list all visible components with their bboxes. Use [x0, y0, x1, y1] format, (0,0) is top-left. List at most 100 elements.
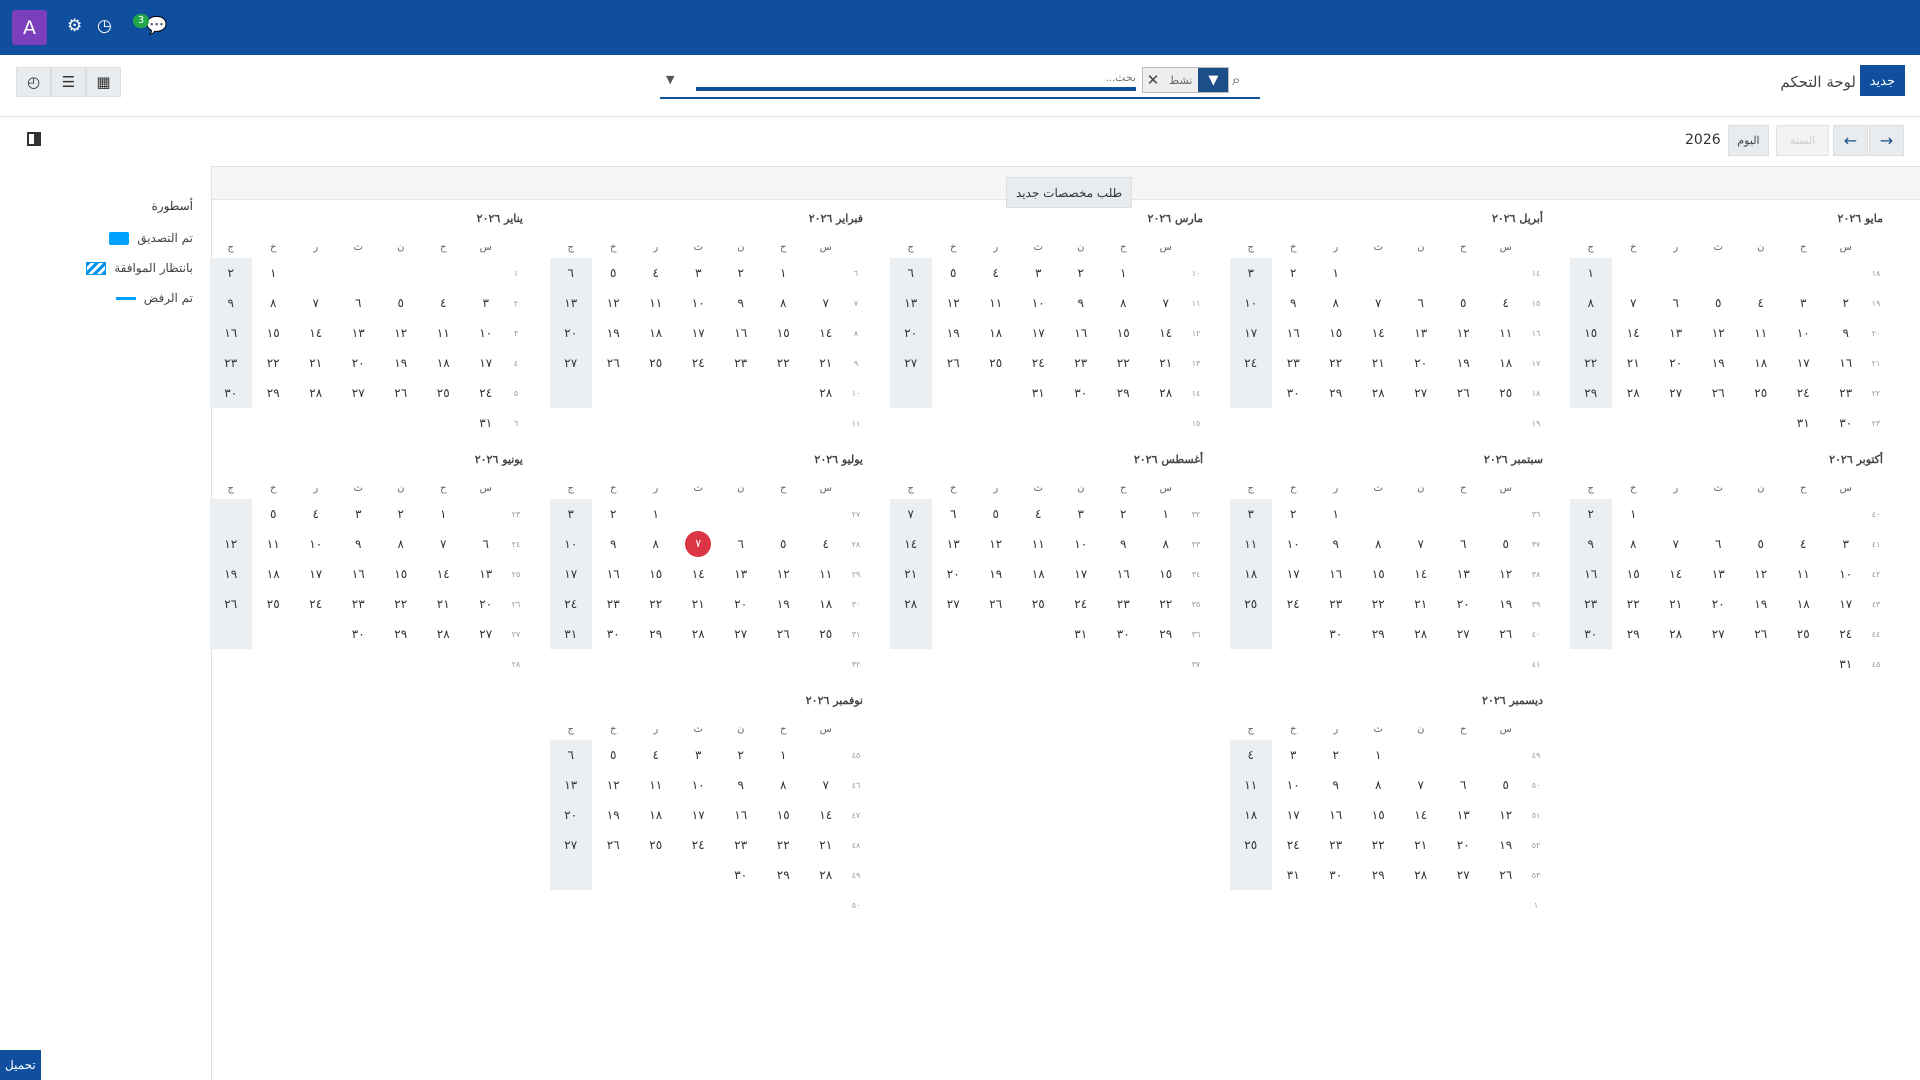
day-cell[interactable]: ٥: [592, 258, 635, 288]
day-cell[interactable]: ٢٤: [677, 348, 720, 378]
day-cell[interactable]: ٦: [549, 258, 592, 288]
day-cell[interactable]: ٢٨: [1400, 619, 1443, 649]
day-cell[interactable]: ٢١: [677, 589, 720, 619]
day-cell[interactable]: ١٥: [635, 559, 678, 589]
day-cell[interactable]: ١٢: [1740, 559, 1783, 589]
day-cell[interactable]: ١٥: [1612, 559, 1655, 589]
day-cell[interactable]: ٢٥: [252, 589, 295, 619]
day-cell[interactable]: ٢٩: [1102, 378, 1145, 408]
day-cell[interactable]: ١١: [1229, 770, 1272, 800]
day-cell[interactable]: ٢١: [1400, 589, 1443, 619]
day-cell[interactable]: ٢٧: [465, 619, 508, 649]
day-cell[interactable]: ١٦: [337, 559, 380, 589]
day-cell[interactable]: ١٣: [1697, 559, 1740, 589]
day-cell[interactable]: ٢٦: [1442, 378, 1485, 408]
day-cell[interactable]: ٢١: [805, 830, 848, 860]
day-cell[interactable]: ٣: [1229, 499, 1272, 529]
day-cell[interactable]: ٢: [720, 258, 763, 288]
day-cell[interactable]: ٢٠: [1400, 348, 1443, 378]
day-cell[interactable]: ٣١: [1825, 649, 1868, 679]
list-view-icon[interactable]: ☰: [51, 67, 86, 97]
day-cell[interactable]: ٢٨: [805, 378, 848, 408]
day-cell[interactable]: ١١: [635, 288, 678, 318]
day-cell[interactable]: ١٧: [677, 800, 720, 830]
day-cell[interactable]: ١٦: [720, 800, 763, 830]
day-cell[interactable]: ١٩: [762, 589, 805, 619]
day-cell[interactable]: ٣: [1060, 499, 1103, 529]
day-cell[interactable]: ٢٧: [889, 348, 932, 378]
day-cell[interactable]: ١٠: [1017, 288, 1060, 318]
day-cell[interactable]: ٣١: [465, 408, 508, 438]
day-cell[interactable]: ١١: [805, 559, 848, 589]
day-cell[interactable]: ١١: [1485, 318, 1528, 348]
day-cell[interactable]: ٢٩: [635, 619, 678, 649]
day-cell[interactable]: ١١: [975, 288, 1018, 318]
day-cell[interactable]: ٨: [635, 529, 678, 559]
day-cell[interactable]: ٣: [1825, 529, 1868, 559]
day-cell[interactable]: ١٨: [1740, 348, 1783, 378]
day-cell[interactable]: ١٢: [209, 529, 252, 559]
day-cell[interactable]: ١٣: [1442, 559, 1485, 589]
day-cell[interactable]: ١٠: [1782, 318, 1825, 348]
day-cell[interactable]: ٢٣: [592, 589, 635, 619]
day-cell[interactable]: ٢٩: [380, 619, 423, 649]
day-cell[interactable]: ٢٥: [422, 378, 465, 408]
day-cell[interactable]: ٢٩: [1612, 619, 1655, 649]
previous-arrow-icon[interactable]: →: [1869, 125, 1904, 156]
day-cell[interactable]: ٢: [1102, 499, 1145, 529]
day-cell[interactable]: ٢٣: [1060, 348, 1103, 378]
day-cell[interactable]: ٢٦: [1697, 378, 1740, 408]
day-cell[interactable]: ١٧: [295, 559, 338, 589]
day-cell[interactable]: ١: [1357, 740, 1400, 770]
day-cell[interactable]: ٢١: [422, 589, 465, 619]
day-cell[interactable]: ٢٧: [549, 348, 592, 378]
day-cell[interactable]: ٢٤: [677, 830, 720, 860]
day-cell[interactable]: ٢: [1272, 499, 1315, 529]
day-cell[interactable]: ٢٦: [380, 378, 423, 408]
day-cell[interactable]: ١٤: [1357, 318, 1400, 348]
day-cell[interactable]: ٢٠: [549, 318, 592, 348]
day-cell[interactable]: ٢٢: [1357, 830, 1400, 860]
day-cell[interactable]: ٢٢: [380, 589, 423, 619]
day-cell[interactable]: ١١: [1740, 318, 1783, 348]
day-cell[interactable]: ٩: [209, 288, 252, 318]
day-cell[interactable]: ٣: [337, 499, 380, 529]
day-cell[interactable]: ١٥: [762, 318, 805, 348]
day-cell[interactable]: ٩: [337, 529, 380, 559]
day-cell[interactable]: ٢١: [1655, 589, 1698, 619]
day-cell[interactable]: ٢٧: [1442, 860, 1485, 890]
day-cell[interactable]: ٢٧: [1697, 619, 1740, 649]
day-cell[interactable]: ١٤: [1145, 318, 1188, 348]
day-cell[interactable]: ١: [635, 499, 678, 529]
day-cell[interactable]: ٤: [1485, 288, 1528, 318]
day-cell[interactable]: ٨: [252, 288, 295, 318]
day-cell[interactable]: ٢٨: [1400, 860, 1443, 890]
day-cell[interactable]: ٢٣: [209, 348, 252, 378]
day-cell[interactable]: ٧: [1145, 288, 1188, 318]
day-cell[interactable]: ٢٩: [252, 378, 295, 408]
day-cell[interactable]: ٢٩: [1357, 860, 1400, 890]
day-cell[interactable]: ٢٥: [1740, 378, 1783, 408]
day-cell[interactable]: ٢٤: [465, 378, 508, 408]
day-cell[interactable]: ١٩: [1485, 830, 1528, 860]
day-cell[interactable]: ٢٠: [889, 318, 932, 348]
day-cell[interactable]: ٢٢: [1102, 348, 1145, 378]
day-cell[interactable]: ٢٢: [635, 589, 678, 619]
day-cell[interactable]: ٤: [1017, 499, 1060, 529]
day-cell[interactable]: ٤: [422, 288, 465, 318]
day-cell[interactable]: ٥: [762, 529, 805, 559]
day-cell[interactable]: ٢٧: [932, 589, 975, 619]
day-cell[interactable]: ٣١: [1060, 619, 1103, 649]
day-cell[interactable]: ١٦: [720, 318, 763, 348]
day-cell[interactable]: ٢٣: [720, 348, 763, 378]
day-cell[interactable]: ١٦: [1102, 559, 1145, 589]
day-cell[interactable]: ٢٦: [975, 589, 1018, 619]
day-cell[interactable]: ٢١: [889, 559, 932, 589]
day-cell[interactable]: ٥: [932, 258, 975, 288]
day-cell[interactable]: ٤: [295, 499, 338, 529]
day-cell[interactable]: ١٠: [1060, 529, 1103, 559]
day-cell[interactable]: ٣٠: [1825, 408, 1868, 438]
day-cell[interactable]: ٢٠: [720, 589, 763, 619]
day-cell[interactable]: ٣٠: [592, 619, 635, 649]
day-cell[interactable]: ٣٠: [1315, 860, 1358, 890]
